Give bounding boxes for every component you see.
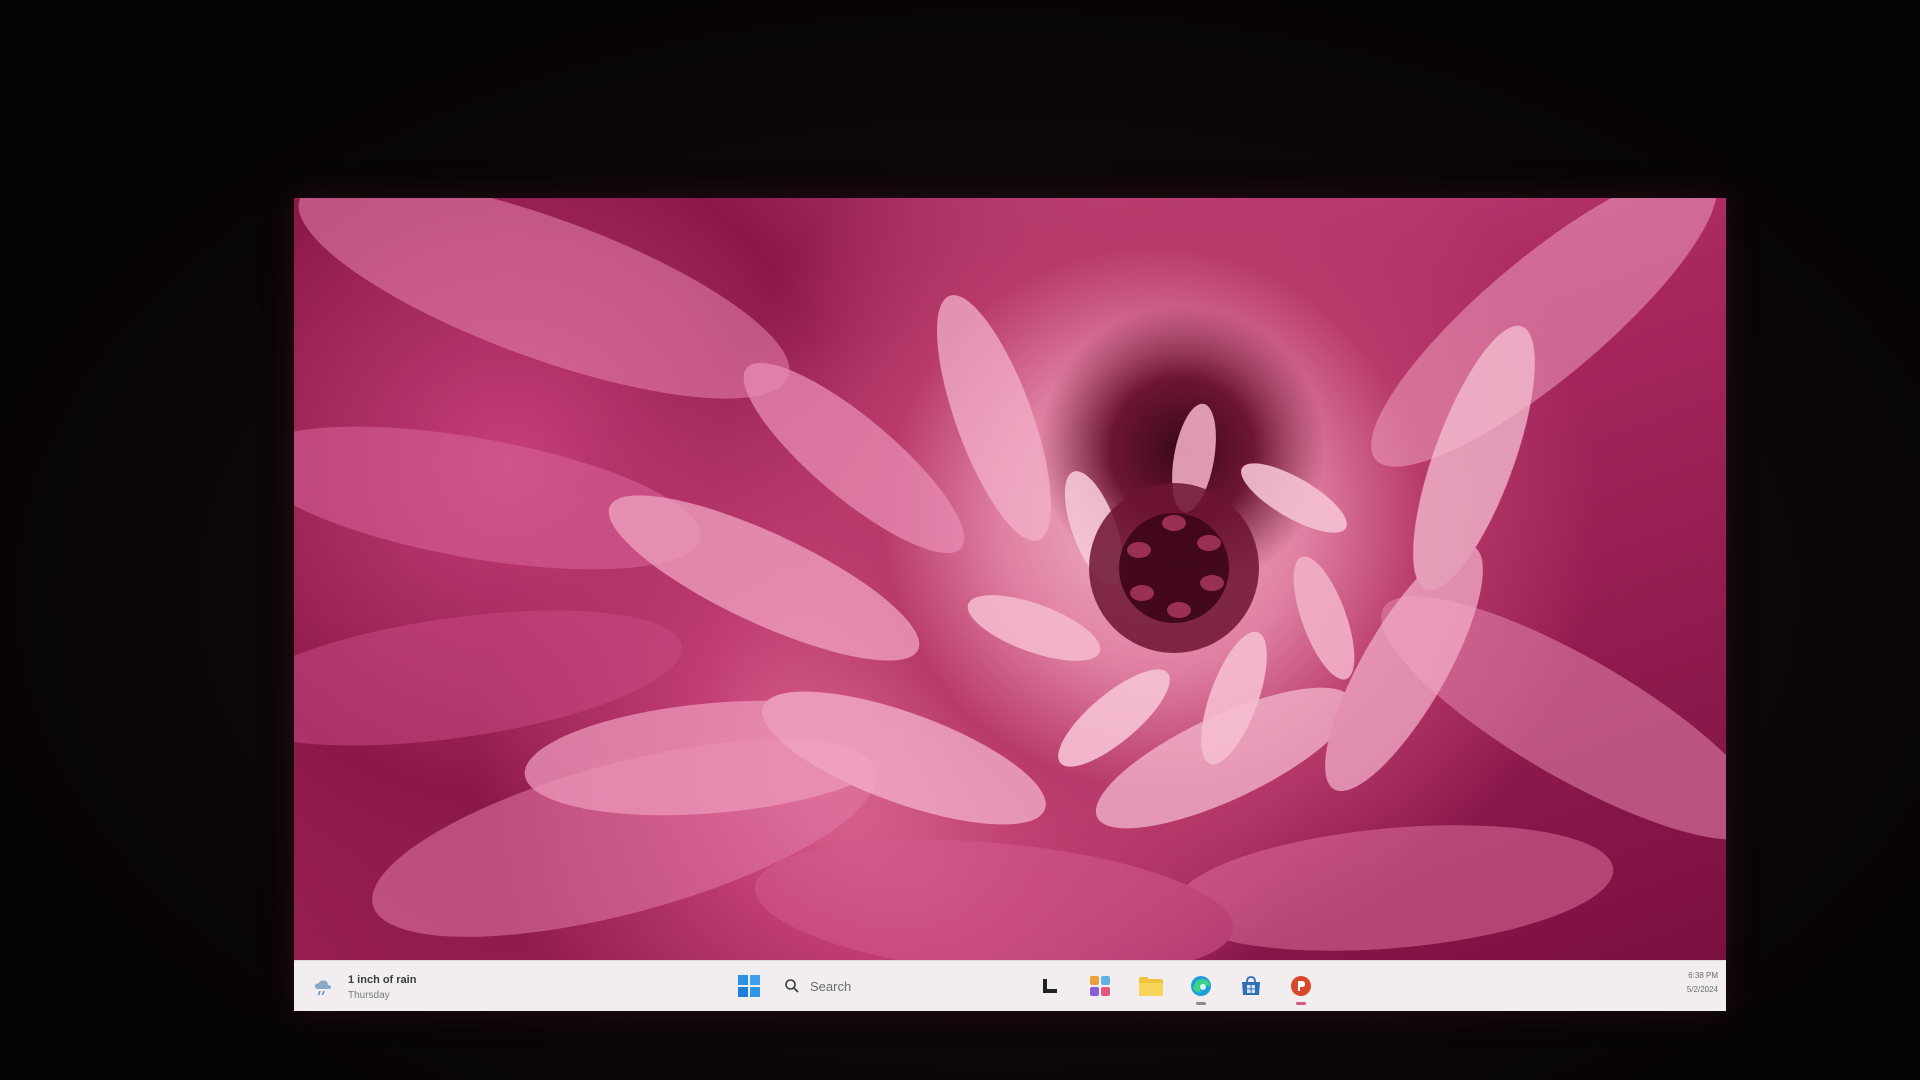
- taskbar: 1 inch of rain Thursday Search 6:38 PM 5…: [294, 960, 1726, 1011]
- flower-wallpaper-image: [294, 198, 1726, 960]
- file-explorer-icon: [1139, 977, 1163, 996]
- weather-widget[interactable]: 1 inch of rain Thursday: [312, 968, 452, 1006]
- search-placeholder: Search: [810, 978, 852, 994]
- clock-time: 6:38 PM: [1688, 971, 1718, 980]
- weather-title: 1 inch of rain: [348, 974, 417, 986]
- windows-logo-icon: [738, 975, 760, 997]
- edge-icon: [1191, 976, 1211, 996]
- clock-date: 5/2/2024: [1686, 985, 1718, 994]
- powerpoint-running-indicator: [1296, 1002, 1306, 1005]
- task-view-button[interactable]: [1037, 972, 1065, 1000]
- store-button[interactable]: [1237, 972, 1265, 1000]
- search-icon: [785, 979, 799, 993]
- desktop-wallpaper: [294, 198, 1726, 960]
- task-view-icon: [1043, 979, 1057, 993]
- store-icon: [1242, 976, 1260, 995]
- system-clock[interactable]: 6:38 PM 5/2/2024: [1658, 969, 1718, 997]
- file-explorer-button[interactable]: [1137, 972, 1165, 1000]
- copilot-button[interactable]: [1086, 972, 1114, 1000]
- powerpoint-icon: [1291, 976, 1311, 996]
- desktop-screen: 1 inch of rain Thursday Search 6:38 PM 5…: [294, 198, 1726, 1011]
- rain-cloud-icon: [315, 980, 332, 996]
- powerpoint-button[interactable]: [1287, 972, 1315, 1005]
- edge-button[interactable]: [1187, 972, 1215, 1005]
- weather-subtitle: Thursday: [348, 990, 390, 1001]
- edge-running-indicator: [1196, 1002, 1206, 1005]
- copilot-icon: [1090, 976, 1110, 996]
- search-box[interactable]: Search: [784, 972, 1004, 1000]
- start-button[interactable]: [735, 972, 763, 1000]
